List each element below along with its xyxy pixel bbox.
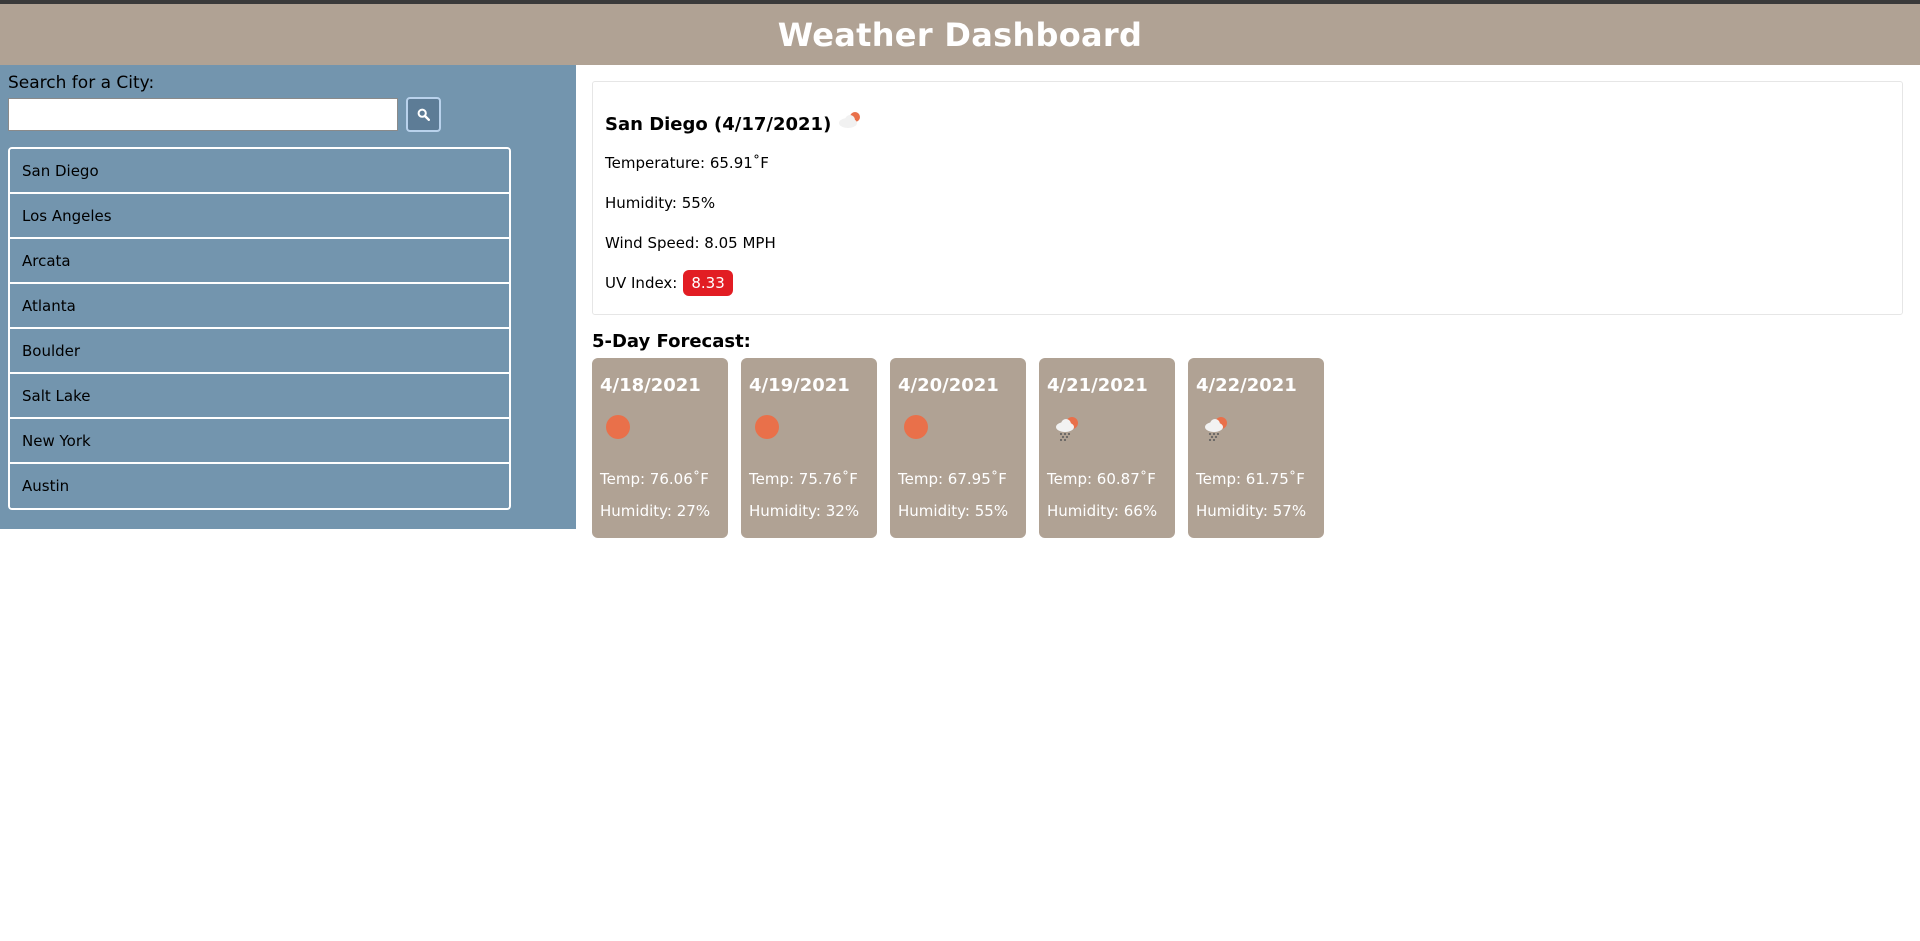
search-label: Search for a City: [8,73,155,93]
forecast-date: 4/19/2021 [749,375,850,396]
current-uv-index: UV Index: 8.33 [605,270,733,296]
search-button[interactable] [406,97,441,132]
forecast-date: 4/21/2021 [1047,375,1148,396]
forecast-temp: Temp: 60.87˚F [1047,470,1156,488]
city-history-item[interactable]: Austin [10,464,509,508]
current-city-title: San Diego (4/17/2021) [605,114,832,135]
city-history-item[interactable]: New York [10,419,509,464]
city-history-item[interactable]: Arcata [10,239,509,284]
forecast-humidity: Humidity: 55% [898,502,1009,520]
forecast-temp: Temp: 76.06˚F [600,470,709,488]
forecast-humidity: Humidity: 57% [1196,502,1307,520]
current-weather-title-row: San Diego (4/17/2021) [605,112,865,135]
rain-cloud-icon [1056,417,1078,441]
current-wind-speed: Wind Speed: 8.05 MPH [605,234,776,252]
sun-icon [606,415,630,439]
city-history-item[interactable]: Salt Lake [10,374,509,419]
forecast-card: 4/19/2021 Temp: 75.76˚F Humidity: 32% [741,358,877,538]
city-history-item[interactable]: San Diego [10,149,509,194]
forecast-card: 4/21/2021 Temp: 60.87˚F Humidity: 66% [1039,358,1175,538]
city-history-item[interactable]: Los Angeles [10,194,509,239]
forecast-humidity: Humidity: 32% [749,502,860,520]
forecast-date: 4/18/2021 [600,375,701,396]
forecast-temp: Temp: 67.95˚F [898,470,1007,488]
forecast-row: 4/18/2021 Temp: 76.06˚F Humidity: 27% 4/… [592,358,1324,538]
current-humidity: Humidity: 55% [605,194,716,212]
forecast-date: 4/22/2021 [1196,375,1297,396]
city-history-item[interactable]: Atlanta [10,284,509,329]
sidebar: Search for a City: San Diego Los Angeles… [0,65,576,529]
forecast-humidity: Humidity: 27% [600,502,711,520]
uv-index-label: UV Index: [605,274,678,292]
forecast-date: 4/20/2021 [898,375,999,396]
forecast-card: 4/18/2021 Temp: 76.06˚F Humidity: 27% [592,358,728,538]
page-title: Weather Dashboard [777,15,1143,54]
forecast-temp: Temp: 61.75˚F [1196,470,1305,488]
search-input[interactable] [8,98,398,131]
current-weather-card: San Diego (4/17/2021) Temperature: 65.91… [592,81,1903,315]
main-content: San Diego (4/17/2021) Temperature: 65.91… [592,81,1905,538]
forecast-temp: Temp: 75.76˚F [749,470,858,488]
app-header: Weather Dashboard [0,4,1920,65]
forecast-card: 4/22/2021 Temp: 61.75˚F Humidity: 57% [1188,358,1324,538]
search-icon [417,108,430,121]
current-temperature: Temperature: 65.91˚F [605,154,769,172]
forecast-card: 4/20/2021 Temp: 67.95˚F Humidity: 55% [890,358,1026,538]
sun-icon [904,415,928,439]
city-history-item[interactable]: Boulder [10,329,509,374]
forecast-heading: 5-Day Forecast: [592,331,751,352]
uv-index-badge: 8.33 [683,270,733,296]
search-history-list: San Diego Los Angeles Arcata Atlanta Bou… [8,147,511,510]
sun-icon [755,415,779,439]
partly-cloudy-icon [837,109,865,131]
forecast-humidity: Humidity: 66% [1047,502,1158,520]
rain-cloud-icon [1205,417,1227,441]
